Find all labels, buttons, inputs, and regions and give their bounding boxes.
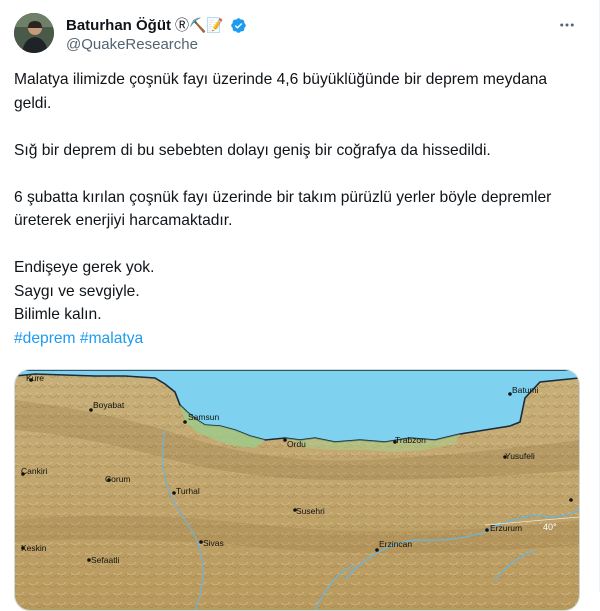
latitude-label: 40°: [543, 522, 557, 532]
map-label: Susehri: [296, 506, 325, 516]
author-name-row: Baturhan Öğüt Ⓡ⛏️📝: [66, 15, 247, 35]
map-label: Trabzon: [395, 435, 426, 445]
more-horizontal-icon: [560, 23, 574, 27]
map-label: Boyabat: [93, 400, 125, 410]
tweet-line: Bilimle kalın.: [14, 306, 102, 323]
map-label: Ordu: [287, 439, 306, 449]
map-label: Sefaatli: [91, 555, 119, 565]
tweet-line: Sığ bir deprem di bu sebebten dolayı gen…: [14, 141, 491, 159]
map-label: Yusufeli: [505, 451, 535, 461]
name-badges: Ⓡ⛏️📝: [175, 17, 224, 33]
map-image[interactable]: Kure Boyabat Samsun Ordu Trabzon Batumi …: [14, 369, 580, 611]
avatar[interactable]: [14, 13, 54, 53]
map-label: Erzincan: [379, 539, 412, 549]
tweet-line: Endişeye gerek yok.: [14, 259, 155, 276]
author-name[interactable]: Baturhan Öğüt: [66, 17, 171, 34]
hashtag-link[interactable]: #deprem: [14, 330, 76, 347]
verified-badge-icon: [230, 17, 247, 34]
hashtags: #deprem #malatya: [14, 327, 574, 351]
tweet-line: Saygı ve sevgiyle.: [14, 282, 140, 300]
map-label: Batumi: [512, 385, 539, 395]
tweet-text: Malatya ilimizde çoşnük fayı üzerinde 4,…: [14, 68, 574, 350]
more-options-button[interactable]: [556, 14, 578, 36]
author-handle[interactable]: @QuakeResearche: [66, 36, 198, 53]
map-label: Samsun: [188, 412, 219, 422]
tweet-header: Baturhan Öğüt Ⓡ⛏️📝 @QuakeResearche: [14, 10, 586, 56]
map-label: Erzurum: [490, 523, 522, 533]
map-label: Cankiri: [21, 466, 48, 476]
map-label: Kure: [26, 373, 44, 383]
map-label: Keskin: [21, 543, 47, 553]
tweet-line: 6 şubatta kırılan çoşnük fayı üzerinde b…: [14, 188, 552, 230]
hashtag-link[interactable]: #malatya: [80, 330, 143, 347]
map-label: Corum: [105, 474, 131, 484]
map-label: Sivas: [203, 538, 224, 548]
map-label: Turhal: [176, 486, 200, 496]
tweet-line: Malatya ilimizde çoşnük fayı üzerinde 4,…: [14, 71, 548, 112]
